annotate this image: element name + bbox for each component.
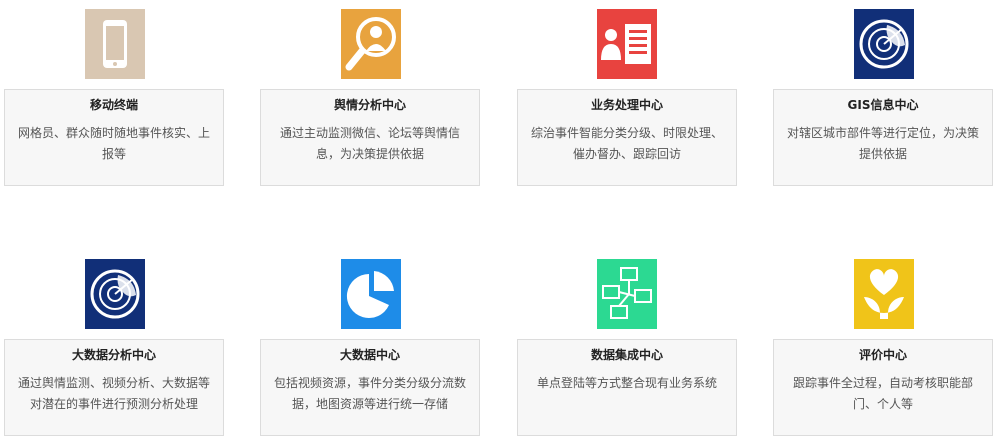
card-business-processing[interactable]: 业务处理中心 综治事件智能分类分级、时限处理、催办督办、跟踪回访: [517, 89, 737, 186]
card-description: 单点登陆等方式整合现有业务系统: [536, 376, 717, 390]
business-processing-tile: [597, 9, 657, 79]
big-data-analysis-tile: [85, 259, 145, 329]
card-title: 业务处理中心: [590, 98, 663, 112]
card-title: GIS信息中心: [847, 98, 919, 112]
card-big-data-analysis[interactable]: 大数据分析中心 通过舆情监测、视频分析、大数据等对潜在的事件进行预测分析处理: [4, 339, 224, 436]
gis-info-tile: [854, 9, 914, 79]
mobile-phone-icon: [103, 20, 127, 68]
card-description: 跟踪事件全过程，自动考核职能部门、个人等: [792, 376, 973, 411]
card-title: 移动终端: [89, 98, 138, 112]
data-integration-tile: [597, 259, 657, 329]
card-description: 网格员、群众随时随地事件核实、上报等: [17, 126, 210, 161]
card-title: 舆情分析中心: [333, 98, 406, 112]
card-mobile-terminal[interactable]: 移动终端 网格员、群众随时随地事件核实、上报等: [4, 89, 224, 186]
magnifier-person-icon: [345, 17, 396, 71]
network-computers-icon: [602, 267, 652, 319]
mobile-terminal-tile: [85, 9, 145, 79]
card-opinion-analysis[interactable]: 舆情分析中心 通过主动监测微信、论坛等舆情信息，为决策提供依据: [260, 89, 480, 186]
card-title: 评价中心: [858, 348, 907, 362]
card-data-integration[interactable]: 数据集成中心 单点登陆等方式整合现有业务系统: [517, 339, 737, 436]
card-title: 大数据分析中心: [71, 348, 156, 362]
card-evaluation-center[interactable]: 评价中心 跟踪事件全过程，自动考核职能部门、个人等: [773, 339, 993, 436]
card-description: 通过主动监测微信、论坛等舆情信息，为决策提供依据: [279, 126, 460, 161]
card-description: 对辖区城市部件等进行定位，为决策提供依据: [786, 126, 979, 161]
radar-globe-icon: [859, 19, 909, 69]
radar-globe-icon: [90, 269, 140, 319]
person-document-icon: [601, 24, 651, 64]
card-description: 包括视频资源，事件分类分级分流数据，地图资源等进行统一存储: [273, 376, 466, 411]
card-title: 数据集成中心: [590, 348, 663, 362]
pie-chart-icon: [346, 271, 394, 318]
heart-flower-icon: [864, 269, 904, 319]
evaluation-center-tile: [854, 259, 914, 329]
big-data-center-tile: [341, 259, 401, 329]
card-title: 大数据中心: [339, 348, 400, 362]
card-description: 通过舆情监测、视频分析、大数据等对潜在的事件进行预测分析处理: [17, 376, 210, 411]
card-description: 综治事件智能分类分级、时限处理、催办督办、跟踪回访: [530, 126, 723, 161]
card-gis-info[interactable]: GIS信息中心 对辖区城市部件等进行定位，为决策提供依据: [773, 89, 993, 186]
card-big-data-center[interactable]: 大数据中心 包括视频资源，事件分类分级分流数据，地图资源等进行统一存储: [260, 339, 480, 436]
opinion-analysis-tile: [341, 9, 401, 79]
